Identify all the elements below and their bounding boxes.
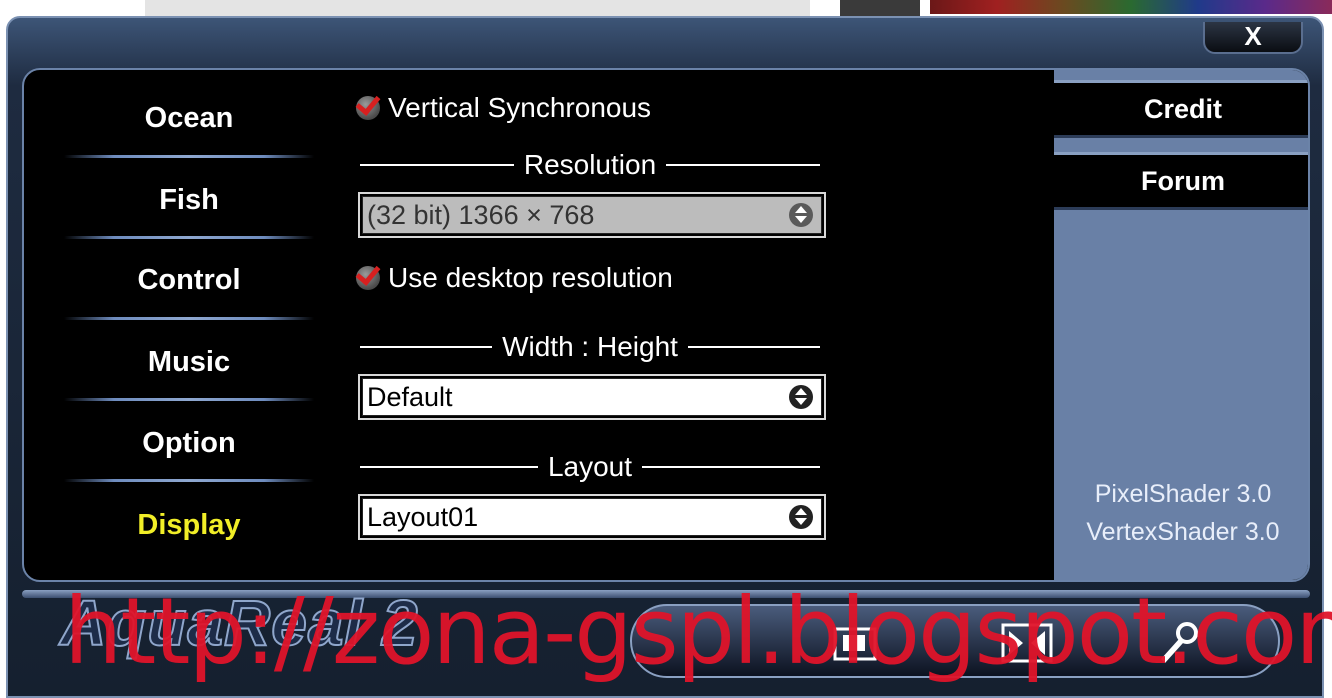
vsync-checkbox[interactable]: Vertical Synchronous [356, 92, 651, 124]
layout-value: Layout01 [367, 501, 479, 532]
resolution-title: Resolution [523, 149, 657, 180]
checkbox-checked-icon [356, 266, 380, 290]
nav-divider [64, 317, 314, 320]
dropdown-spin-icon [789, 385, 813, 409]
watermark-text: http://zona-gspl.blogspot.com [64, 578, 1332, 685]
checkbox-checked-icon [356, 96, 380, 120]
resolution-value: (32 bit) 1366 × 768 [367, 199, 595, 230]
sidebar-nav: Ocean Fish Control Music Option Display [24, 70, 344, 580]
resolution-select[interactable]: (32 bit) 1366 × 768 [358, 192, 826, 238]
aspect-select[interactable]: Default [358, 374, 826, 420]
aspect-title: Width : Height [502, 331, 678, 362]
vsync-label: Vertical Synchronous [388, 92, 652, 123]
credit-button[interactable]: Credit [1054, 80, 1308, 138]
resolution-group-title: Resolution [360, 149, 820, 180]
nav-divider [64, 479, 314, 482]
nav-divider [64, 155, 314, 158]
layout-group-title: Layout [360, 451, 821, 482]
nav-divider [64, 236, 314, 239]
use-desktop-label: Use desktop resolution [388, 262, 673, 293]
background-color-strip [930, 0, 1332, 14]
nav-item-ocean[interactable]: Ocean [64, 78, 314, 158]
nav-item-control[interactable]: Control [64, 240, 314, 320]
nav-divider [64, 398, 314, 401]
forum-button[interactable]: Forum [1054, 152, 1308, 210]
nav-item-option[interactable]: Option [64, 403, 314, 483]
nav-item-music[interactable]: Music [64, 322, 314, 402]
dropdown-spin-icon [789, 203, 813, 227]
layout-title: Layout [547, 451, 633, 482]
nav-item-fish[interactable]: Fish [64, 160, 314, 240]
pixel-shader-info: PixelShader 3.0 [1094, 480, 1272, 508]
aspect-group-title: Width : Height [360, 331, 821, 362]
settings-panel: Ocean Fish Control Music Option Display … [22, 68, 1310, 582]
right-panel: Credit Forum PixelShader 3.0 VertexShade… [1054, 70, 1308, 580]
layout-select[interactable]: Layout01 [358, 494, 826, 540]
nav-item-display[interactable]: Display [64, 485, 314, 565]
vertex-shader-info: VertexShader 3.0 [1086, 518, 1280, 546]
close-button[interactable]: X [1203, 22, 1303, 54]
use-desktop-resolution-checkbox[interactable]: Use desktop resolution [356, 262, 673, 294]
dropdown-spin-icon [789, 505, 813, 529]
aspect-value: Default [367, 381, 453, 412]
